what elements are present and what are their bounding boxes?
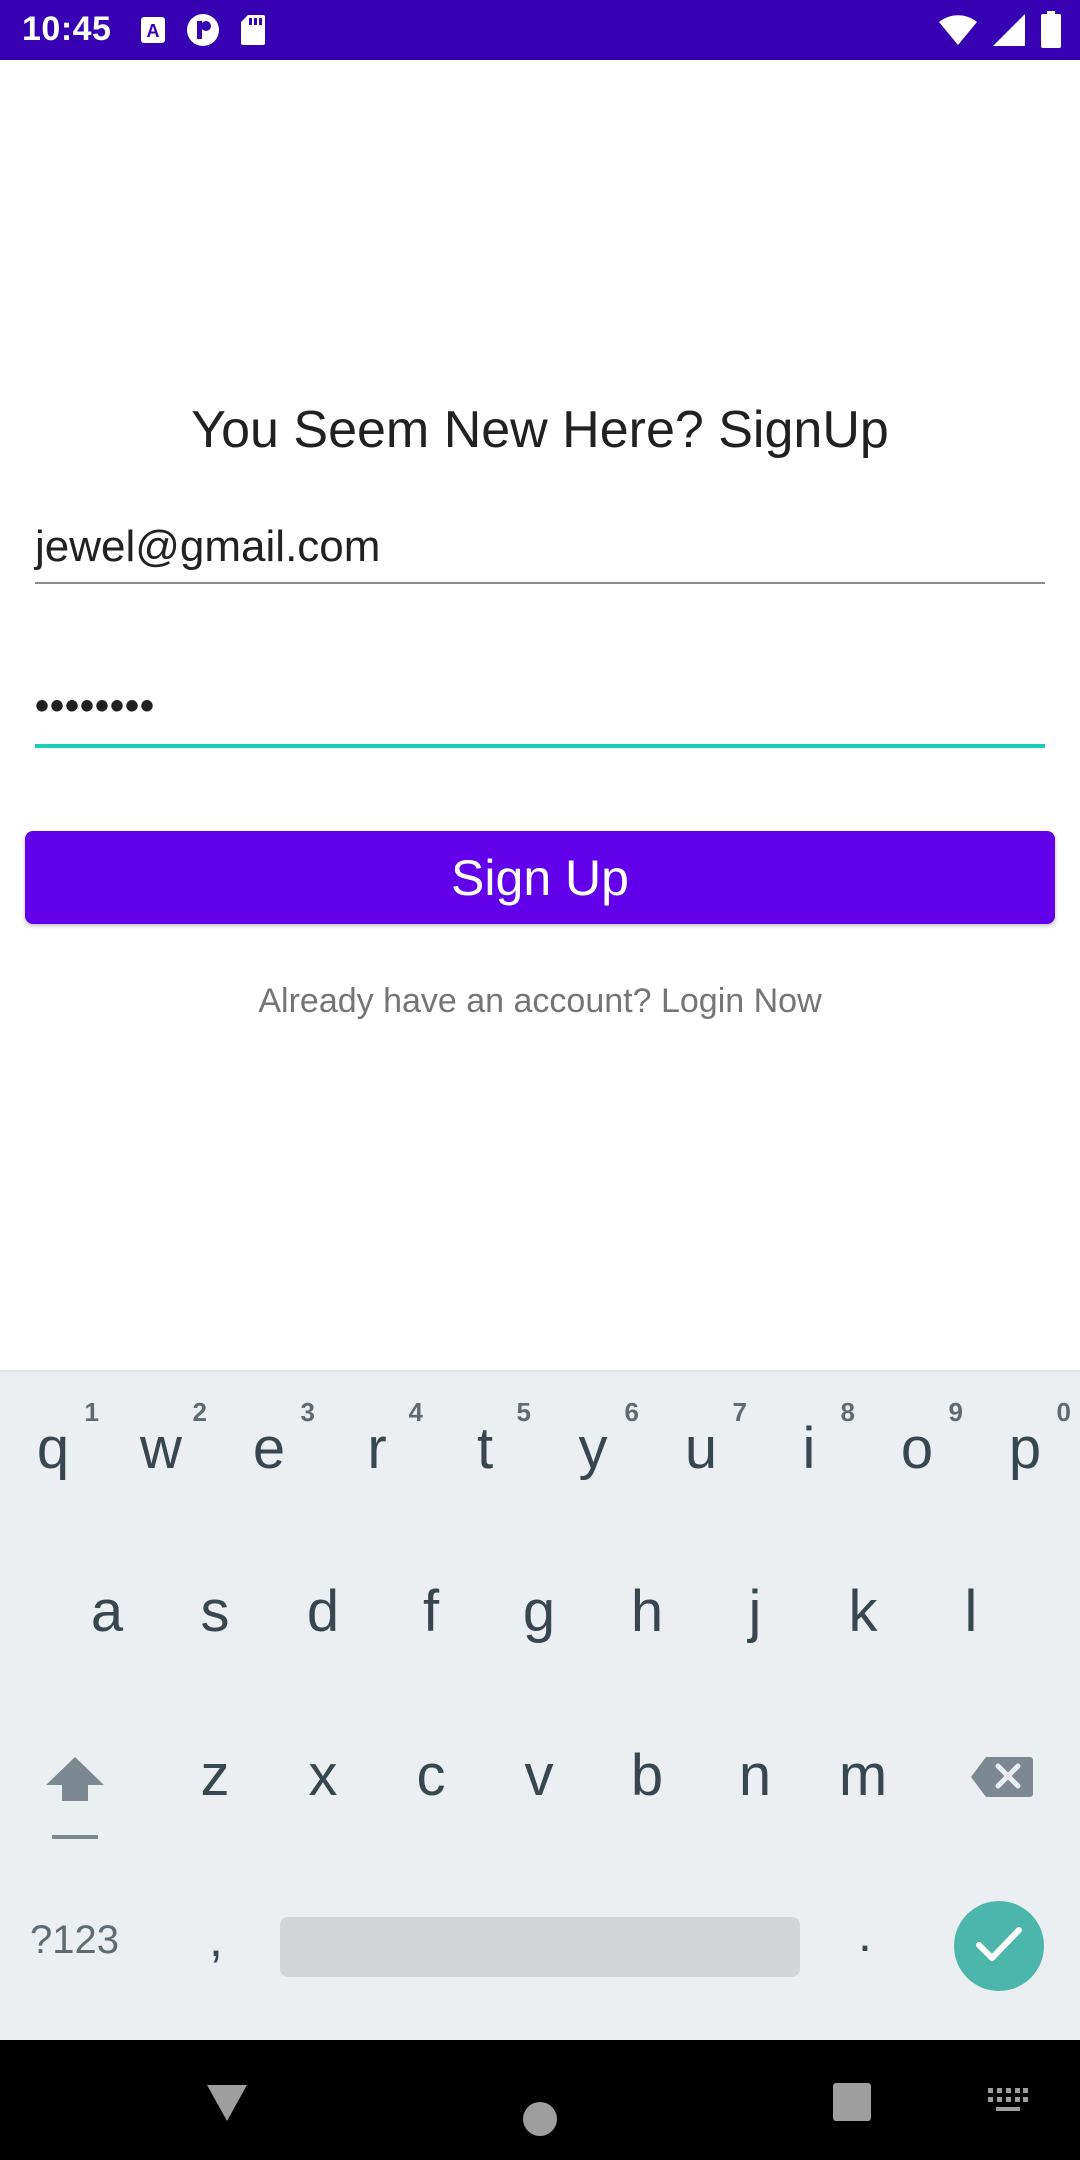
key-label: q — [36, 1416, 70, 1481]
symbols-key[interactable]: ?123 — [30, 1918, 119, 1963]
key-hint: 9 — [948, 1397, 963, 1427]
comma-key[interactable]: , — [196, 1910, 236, 1968]
key-n[interactable]: n — [705, 1742, 805, 1809]
key-label: m — [838, 1743, 888, 1808]
key-label: w — [140, 1416, 182, 1481]
key-d[interactable]: d — [273, 1578, 373, 1645]
password-underline — [35, 744, 1045, 748]
key-f[interactable]: f — [381, 1578, 481, 1645]
key-label: a — [90, 1579, 124, 1644]
battery-icon — [1040, 11, 1062, 54]
login-now-link[interactable]: Already have an account? Login Now — [0, 982, 1080, 1021]
key-y[interactable]: y6 — [543, 1397, 643, 1482]
space-key[interactable] — [280, 1917, 800, 1977]
email-underline — [35, 582, 1045, 584]
key-z[interactable]: z — [165, 1742, 265, 1809]
period-key[interactable]: . — [850, 1905, 880, 1963]
email-field[interactable]: jewel@gmail.com — [35, 520, 1045, 584]
key-j[interactable]: j — [705, 1578, 805, 1645]
key-label: n — [738, 1743, 772, 1808]
key-u[interactable]: u7 — [651, 1397, 751, 1482]
status-time: 10:45 — [22, 10, 112, 48]
key-e[interactable]: e3 — [219, 1397, 319, 1482]
p-circle-icon — [186, 13, 220, 52]
key-label: p — [1008, 1416, 1042, 1481]
password-value: •••••••• — [35, 684, 156, 728]
sd-card-icon — [240, 14, 266, 51]
key-v[interactable]: v — [489, 1742, 589, 1809]
email-value: jewel@gmail.com — [35, 522, 381, 571]
backspace-key[interactable] — [970, 1755, 1040, 1805]
key-q[interactable]: q1 — [3, 1397, 103, 1482]
key-label: f — [422, 1579, 440, 1644]
key-p[interactable]: p0 — [975, 1397, 1075, 1482]
key-label: o — [900, 1416, 934, 1481]
status-bar: 10:45 A — [0, 0, 1080, 60]
keyboard-icon[interactable] — [988, 2088, 1028, 2123]
key-a[interactable]: a — [57, 1578, 157, 1645]
key-r[interactable]: r4 — [327, 1397, 427, 1482]
key-k[interactable]: k — [813, 1578, 913, 1645]
shift-key[interactable] — [40, 1755, 110, 1840]
recents-square-icon[interactable] — [833, 2083, 871, 2121]
key-label: e — [252, 1416, 286, 1481]
key-label: s — [200, 1579, 230, 1644]
check-icon — [974, 1924, 1024, 1969]
page-title: You Seem New Here? SignUp — [191, 401, 889, 459]
key-label: r — [367, 1416, 387, 1481]
key-hint: 4 — [408, 1397, 423, 1427]
key-t[interactable]: t5 — [435, 1397, 535, 1482]
key-hint: 3 — [300, 1397, 315, 1427]
key-label: k — [848, 1579, 878, 1644]
key-label: z — [200, 1743, 230, 1808]
key-label: i — [802, 1416, 816, 1481]
key-hint: 5 — [516, 1397, 531, 1427]
font-a-icon: A — [140, 16, 166, 49]
svg-text:A: A — [147, 21, 160, 41]
key-label: y — [578, 1416, 608, 1481]
key-b[interactable]: b — [597, 1742, 697, 1809]
key-label: u — [684, 1416, 718, 1481]
key-o[interactable]: o9 — [867, 1397, 967, 1482]
navigation-bar — [0, 2040, 1080, 2160]
key-l[interactable]: l — [921, 1578, 1021, 1645]
key-x[interactable]: x — [273, 1742, 373, 1809]
backspace-icon — [970, 1757, 1034, 1803]
key-label: c — [416, 1743, 446, 1808]
wifi-icon — [938, 13, 978, 52]
key-hint: 0 — [1056, 1397, 1071, 1427]
key-hint: 6 — [624, 1397, 639, 1427]
status-icons-right — [938, 11, 1062, 54]
key-hint: 1 — [84, 1397, 99, 1427]
key-label: t — [476, 1416, 494, 1481]
home-circle-icon[interactable] — [523, 2102, 557, 2141]
key-label: l — [964, 1579, 978, 1644]
shift-icon — [40, 1757, 110, 1844]
key-m[interactable]: m — [813, 1742, 913, 1809]
key-label: h — [630, 1579, 664, 1644]
key-g[interactable]: g — [489, 1578, 589, 1645]
key-hint: 8 — [840, 1397, 855, 1427]
key-label: d — [306, 1579, 340, 1644]
key-h[interactable]: h — [597, 1578, 697, 1645]
key-hint: 2 — [192, 1397, 207, 1427]
signup-button[interactable]: Sign Up — [25, 831, 1055, 924]
enter-key[interactable] — [954, 1901, 1044, 1991]
back-triangle-icon[interactable] — [205, 2083, 249, 2128]
signal-icon — [992, 13, 1026, 52]
password-field[interactable]: •••••••• — [35, 684, 1045, 748]
key-c[interactable]: c — [381, 1742, 481, 1809]
key-label: b — [630, 1743, 664, 1808]
key-s[interactable]: s — [165, 1578, 265, 1645]
status-icons-left: A — [140, 13, 266, 52]
key-i[interactable]: i8 — [759, 1397, 859, 1482]
key-label: j — [748, 1579, 762, 1644]
key-label: v — [524, 1743, 554, 1808]
key-hint: 7 — [732, 1397, 747, 1427]
key-w[interactable]: w2 — [111, 1397, 211, 1482]
key-label: g — [522, 1579, 556, 1644]
key-label: x — [308, 1743, 338, 1808]
